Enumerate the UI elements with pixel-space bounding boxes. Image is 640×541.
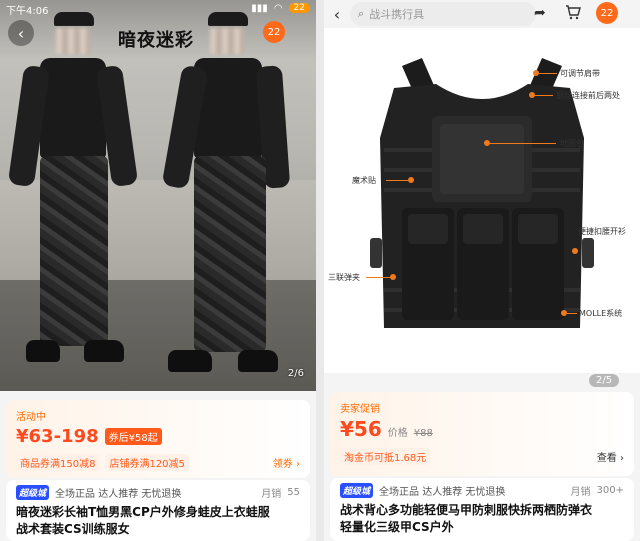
blurred-face [210, 28, 244, 54]
annotation-line [366, 277, 390, 278]
model-figure-2 [161, 10, 308, 390]
cart-count-badge[interactable]: 22 [596, 2, 618, 24]
promo-label: 卖家促销 [340, 404, 380, 415]
chevron-left-icon: ‹ [333, 4, 341, 24]
annotation-line [535, 95, 553, 96]
tmall-badge: 超级城 [16, 485, 50, 500]
price-card: 活动中 ¥63-198 券后¥58起 商品券满150减8 店铺券满120减5 领… [6, 400, 310, 478]
model-figure-1 [7, 10, 140, 390]
original-price-label: 价格 [387, 428, 408, 439]
top-search-bar: ‹ ⌕ 战斗携行具 [324, 0, 640, 28]
product-title-line-2: 战术套装CS训练服女 [16, 522, 130, 536]
status-time: 下午4:06 [6, 6, 49, 17]
product-title-line-1: 战术背心多功能轻便马甲防刺服快拆两栖防弹衣 [340, 503, 593, 517]
camo-pants [194, 156, 266, 352]
tactical-vest-illustration [370, 58, 594, 328]
shirt [40, 58, 106, 158]
product-info-card: 超级城 全场正品 达人推荐 无忧退换 月销 300+ 战术背心多功能轻便马甲防刺… [330, 478, 634, 541]
tmall-badge: 超级城 [340, 483, 374, 498]
price-card: 卖家促销 ¥56 价格 ¥88 淘金币可抵1.68元 查看 › [330, 392, 634, 476]
store-coupon-pill[interactable]: 店铺券满120减5 [105, 454, 189, 471]
annotation-wire-connection: 钢丝连接前后两处 [556, 91, 620, 100]
monthly-sales-count: 55 [287, 487, 300, 498]
product-info-card: 超级城 全场正品 达人推荐 无忧退换 月销 55 暗夜迷彩长袖T恤男黑CP户外修… [6, 480, 310, 541]
original-price: ¥88 [413, 428, 433, 439]
annotation-triple-mag: 三联弹夹 [328, 273, 360, 282]
left-product-page: 下午4:06 ▮▮▮ ◠ 22 ‹ 暗夜迷彩 22 2/6 活动中 ¥63-19… [0, 0, 316, 541]
boot [26, 340, 60, 362]
boot [168, 350, 212, 372]
service-guarantees: 全场正品 达人推荐 无忧退换 [379, 487, 506, 498]
sale-price: ¥56 [340, 417, 382, 441]
annotation-molle: MOLLE系统 [579, 309, 623, 318]
annotation-dot [408, 177, 414, 183]
annotation-map-pouch: 地图包 [560, 139, 584, 148]
get-coupon-link[interactable]: 领券 › [273, 455, 300, 470]
monthly-sales-label: 月销 [570, 487, 591, 498]
promo-label: 活动中 [16, 412, 46, 423]
signal-icon: ▮▮▮ [251, 2, 268, 14]
back-button[interactable]: ‹ [324, 5, 350, 24]
boot [238, 350, 278, 372]
camo-pants [40, 156, 108, 346]
view-link[interactable]: 查看 › [597, 449, 624, 464]
after-coupon-price: 券后¥58起 [104, 428, 162, 445]
search-input[interactable]: ⌕ 战斗携行具 [350, 2, 536, 26]
screenshot-composite: 下午4:06 ▮▮▮ ◠ 22 ‹ 暗夜迷彩 22 2/6 活动中 ¥63-19… [0, 0, 640, 541]
monthly-sales-label: 月销 [261, 489, 282, 500]
status-bar: 下午4:06 ▮▮▮ ◠ 22 [0, 0, 316, 17]
annotation-side-buckle: 便捷扣腰开衫 [578, 227, 626, 236]
back-button[interactable]: ‹ [8, 20, 34, 46]
boot [84, 340, 124, 362]
cart-icon[interactable] [564, 3, 582, 21]
product-title-line-2: 轻量化三级甲CS户外 [340, 520, 454, 534]
product-title-line-1: 暗夜迷彩长袖T恤男黑CP户外修身蛙皮上衣蛙服 [16, 505, 270, 519]
status-icons: ▮▮▮ ◠ 22 [251, 2, 310, 14]
cart-count-badge[interactable]: 22 [263, 21, 285, 43]
product-coupon-pill[interactable]: 商品券满150减8 [16, 454, 100, 471]
image-page-indicator: 2/6 [287, 368, 304, 379]
annotation-dot [572, 248, 578, 254]
monthly-sales-count: 300+ [596, 485, 624, 496]
photo-overlay-title: 暗夜迷彩 [118, 30, 194, 51]
blurred-face [56, 28, 90, 54]
service-guarantees: 全场正品 达人推荐 无忧退换 [55, 489, 182, 500]
annotation-line [567, 313, 577, 314]
annotation-line [539, 73, 557, 74]
annotation-dot [390, 274, 396, 280]
price-range: ¥63-198 [16, 426, 99, 447]
search-placeholder: 战斗携行具 [369, 8, 425, 21]
battery-indicator: 22 [288, 3, 310, 13]
image-page-indicator: 2/5 [589, 374, 620, 387]
product-photo-left[interactable]: 下午4:06 ▮▮▮ ◠ 22 ‹ 暗夜迷彩 22 2/6 [0, 0, 316, 391]
share-icon[interactable]: ➦ [534, 5, 546, 21]
annotation-adjustable-strap: 可调节肩带 [560, 69, 600, 78]
annotation-line [386, 180, 408, 181]
search-icon: ⌕ [358, 7, 365, 20]
right-product-page: ‹ ⌕ 战斗携行具 ➦ 22 可调节肩带 钢丝连接前后两处 地图包 魔术贴 便捷… [324, 0, 640, 541]
wifi-icon: ◠ [273, 2, 283, 14]
annotation-velcro: 魔术贴 [352, 176, 376, 185]
annotation-line [490, 143, 556, 144]
chevron-left-icon: ‹ [17, 23, 25, 43]
taobao-coin-pill[interactable]: 淘金币可抵1.68元 [340, 448, 431, 465]
product-photo-right[interactable]: 可调节肩带 钢丝连接前后两处 地图包 魔术贴 便捷扣腰开衫 三联弹夹 MOLLE… [324, 28, 640, 387]
